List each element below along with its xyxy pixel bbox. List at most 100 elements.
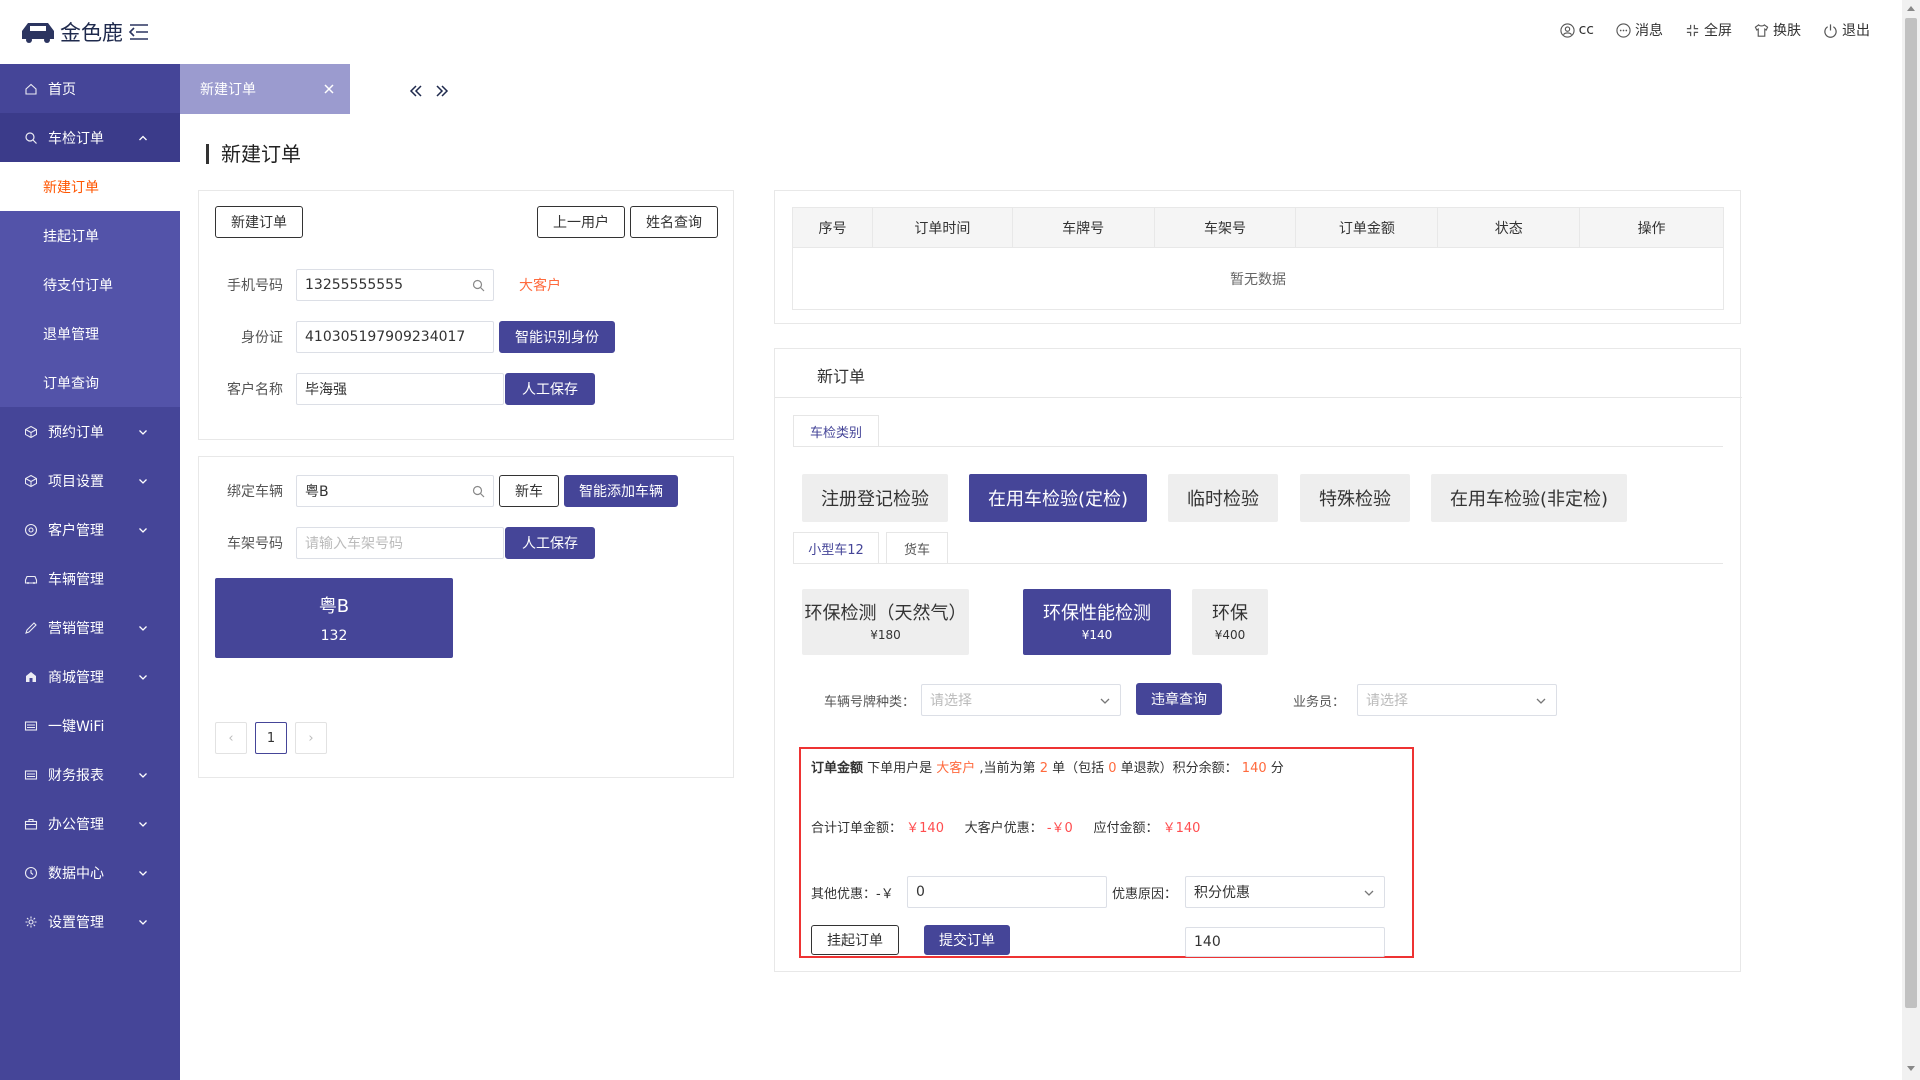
empty-table-text: 暂无数据 <box>792 247 1724 310</box>
sidebar-item-vehicles[interactable]: 车辆管理 <box>0 554 180 603</box>
scrollbar-thumb[interactable] <box>1905 18 1917 1008</box>
pen-icon <box>25 621 37 634</box>
chevron-down-icon <box>139 675 147 680</box>
name-query-button[interactable]: 姓名查询 <box>630 206 718 238</box>
phone-label: 手机号码 <box>227 278 283 294</box>
pagination-next[interactable]: › <box>295 722 327 754</box>
customer-save-button[interactable]: 人工保存 <box>505 373 595 405</box>
vin-input[interactable]: 请输入车架号码 <box>296 527 504 559</box>
orders-table-card: 序号 订单时间 车牌号 车架号 订单金额 状态 操作 暂无数据 <box>774 190 1741 324</box>
sidebar-item-finance-reports[interactable]: 财务报表 <box>0 750 180 799</box>
new-order-button[interactable]: 新建订单 <box>215 206 303 238</box>
order-summary-box: 订单金额 下单用户是 大客户 ,当前为第 2 单（包括 0 单退款）积分余额： … <box>799 747 1414 958</box>
phone-input[interactable]: 13255555555 <box>296 269 494 301</box>
fullscreen-button[interactable]: 全屏 <box>1685 20 1732 40</box>
id-recognize-button[interactable]: 智能识别身份 <box>499 321 615 353</box>
fullscreen-icon <box>1686 24 1699 36</box>
cube-icon <box>25 425 37 438</box>
plate-type-select[interactable]: 请选择 <box>921 684 1121 716</box>
sidebar-item-marketing[interactable]: 营销管理 <box>0 603 180 652</box>
customer-name-input[interactable]: 毕海强 <box>296 373 504 405</box>
sidebar-item-project-settings[interactable]: 项目设置 <box>0 456 180 505</box>
skin-button[interactable]: 换肤 <box>1754 20 1801 40</box>
sidebar-item-appointments[interactable]: 预约订单 <box>0 407 180 456</box>
tab-truck[interactable]: 货车 <box>886 532 948 564</box>
summary-amounts: 合计订单金额： ￥140 大客户优惠： -￥0 应付金额： ￥140 <box>811 821 1201 836</box>
summary-customer-tag: 大客户 <box>936 761 976 776</box>
inspection-type-temporary[interactable]: 临时检验 <box>1168 474 1278 522</box>
id-input[interactable]: 410305197909234017 <box>296 321 494 353</box>
vehicle-item[interactable]: 粤B 132 <box>215 578 453 658</box>
messages-button[interactable]: 消息 <box>1616 20 1663 40</box>
sidebar-item-inspection-orders[interactable]: 车检订单 <box>0 113 180 162</box>
logout-button[interactable]: 退出 <box>1823 20 1870 40</box>
service-emission-performance[interactable]: 环保性能检测 ¥140 <box>1023 589 1171 655</box>
search-icon[interactable] <box>472 279 485 292</box>
pagination-page[interactable]: 1 <box>255 722 287 754</box>
chevron-down-icon <box>139 822 147 827</box>
double-chevron-left-icon[interactable] <box>408 84 424 98</box>
search-icon <box>25 131 37 144</box>
sidebar-item-data-center[interactable]: 数据中心 <box>0 848 180 897</box>
hold-order-button[interactable]: 挂起订单 <box>811 925 899 955</box>
salesman-select[interactable]: 请选择 <box>1357 684 1557 716</box>
clock-icon <box>24 866 38 879</box>
shop-icon <box>26 671 36 682</box>
vehicle-save-button[interactable]: 人工保存 <box>505 527 595 559</box>
scroll-up-icon[interactable] <box>1905 3 1917 13</box>
bind-vehicle-label: 绑定车辆 <box>227 484 283 500</box>
menu-collapse-icon[interactable] <box>128 22 150 42</box>
violation-query-button[interactable]: 违章查询 <box>1136 683 1222 715</box>
sidebar-item-customers[interactable]: 客户管理 <box>0 505 180 554</box>
prev-user-button[interactable]: 上一用户 <box>537 206 625 238</box>
pagination-prev[interactable]: ‹ <box>215 722 247 754</box>
brand-logo[interactable]: 金色鹿 <box>20 16 123 48</box>
new-order-title: 新订单 <box>817 367 866 386</box>
bind-vehicle-input[interactable]: 粤B <box>296 475 494 507</box>
scroll-down-icon[interactable] <box>1905 1064 1917 1074</box>
sidebar-item-office[interactable]: 办公管理 <box>0 799 180 848</box>
search-icon[interactable] <box>472 485 485 498</box>
message-icon <box>1616 22 1631 38</box>
gear-icon <box>25 916 37 927</box>
service-natural-gas[interactable]: 环保检测（天然气） ¥180 <box>802 589 969 655</box>
col-actions: 操作 <box>1579 207 1724 248</box>
inspection-type-periodic[interactable]: 在用车检验(定检) <box>969 474 1147 522</box>
salesman-label: 业务员： <box>1292 695 1345 710</box>
user-icon <box>1559 22 1575 38</box>
sidebar-subitem-pending-payment[interactable]: 待支付订单 <box>0 260 180 309</box>
discount-reason-label: 优惠原因： <box>1112 887 1178 902</box>
submit-order-button[interactable]: 提交订单 <box>924 925 1010 955</box>
sidebar-subitem-held-orders[interactable]: 挂起订单 <box>0 211 180 260</box>
tab-small-car[interactable]: 小型车12 <box>793 532 879 564</box>
vehicle-plate: 粤B <box>318 596 350 617</box>
user-menu[interactable]: cc <box>1559 22 1594 38</box>
tab-new-order[interactable]: 新建订单 <box>180 64 350 114</box>
sidebar-subitem-new-order[interactable]: 新建订单 <box>0 162 180 211</box>
discount-reason-select[interactable]: 积分优惠 <box>1185 876 1385 908</box>
sidebar-item-mall[interactable]: 商城管理 <box>0 652 180 701</box>
inspection-type-non-periodic[interactable]: 在用车检验(非定检) <box>1431 474 1627 522</box>
brand-name: 金色鹿 <box>60 21 123 45</box>
double-chevron-right-icon[interactable] <box>434 84 450 98</box>
service-emission[interactable]: 环保 ¥400 <box>1192 589 1268 655</box>
sidebar-item-settings[interactable]: 设置管理 <box>0 897 180 946</box>
id-label: 身份证 <box>241 330 283 346</box>
cube-icon <box>25 474 37 487</box>
chevron-down-icon <box>1536 698 1546 704</box>
close-icon[interactable] <box>322 82 336 96</box>
final-amount-input[interactable]: 140 <box>1185 927 1385 957</box>
sidebar-subitem-order-query[interactable]: 订单查询 <box>0 358 180 407</box>
sidebar-item-home[interactable]: 首页 <box>0 64 180 113</box>
chevron-down-icon <box>139 871 147 876</box>
inspection-type-registration[interactable]: 注册登记检验 <box>802 474 948 522</box>
chevron-down-icon <box>139 920 147 925</box>
inspection-type-special[interactable]: 特殊检验 <box>1300 474 1410 522</box>
tab-inspection-category[interactable]: 车检类别 <box>793 415 879 447</box>
sidebar-item-wifi[interactable]: 一键WiFi <box>0 701 180 750</box>
other-discount-input[interactable]: 0 <box>907 876 1107 908</box>
new-car-button[interactable]: 新车 <box>499 475 559 507</box>
smart-add-vehicle-button[interactable]: 智能添加车辆 <box>564 475 678 507</box>
sidebar-subitem-refunds[interactable]: 退单管理 <box>0 309 180 358</box>
vehicle-card-panel: 绑定车辆 粤B 新车 智能添加车辆 车架号码 请输入车架号码 人工保存 粤B 1… <box>198 456 734 778</box>
